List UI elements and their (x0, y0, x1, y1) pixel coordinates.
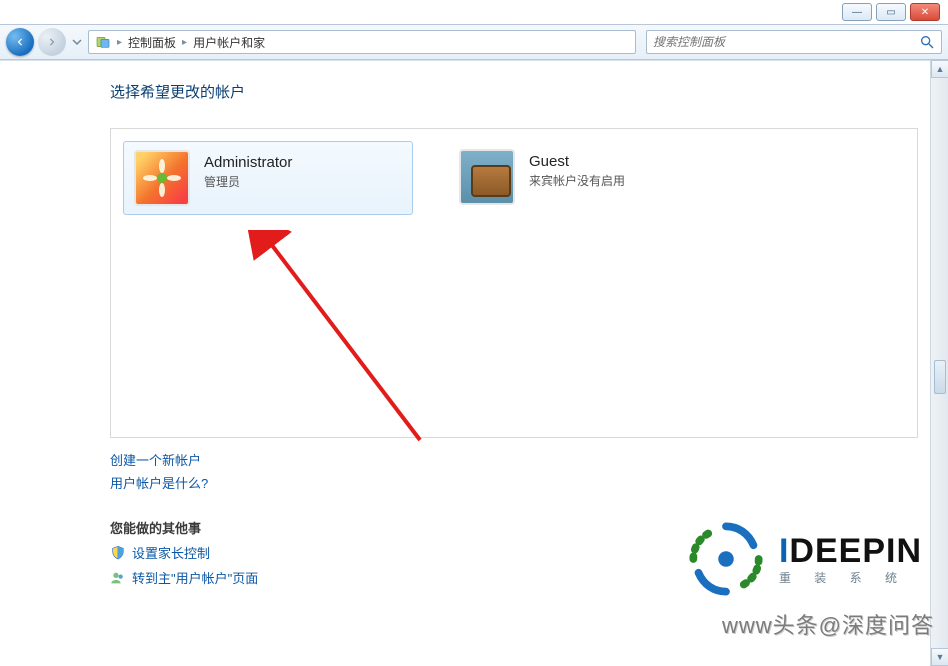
titlebar: — ▭ ✕ (0, 0, 948, 24)
watermark-byline: www头条@深度问答 (722, 608, 934, 640)
link-label: 设置家长控制 (132, 543, 210, 562)
link-what-is-account[interactable]: 用户帐户是什么? (110, 473, 838, 492)
search-icon[interactable] (919, 34, 935, 50)
scroll-thumb[interactable] (934, 360, 946, 394)
maximize-button[interactable]: ▭ (876, 3, 906, 21)
account-text: Administrator 管理员 (204, 150, 292, 190)
avatar (459, 149, 515, 205)
breadcrumb-item-1[interactable]: 用户帐户和家 (193, 34, 265, 51)
search-box[interactable] (646, 30, 942, 54)
address-bar[interactable]: ▸ 控制面板 ▸ 用户帐户和家 (88, 30, 636, 54)
users-icon (110, 570, 126, 586)
vertical-scrollbar[interactable]: ▲ ▼ (930, 60, 948, 666)
account-name: Guest (529, 153, 625, 170)
links-section: 创建一个新帐户 用户帐户是什么? (110, 450, 838, 492)
account-text: Guest 来宾帐户没有启用 (529, 149, 625, 189)
search-input[interactable] (653, 35, 913, 49)
flower-icon (142, 158, 182, 198)
account-name: Administrator (204, 154, 292, 171)
account-desc: 管理员 (204, 173, 292, 190)
breadcrumb-sep: ▸ (117, 37, 122, 48)
close-button[interactable]: ✕ (910, 3, 940, 21)
control-panel-icon (95, 34, 111, 50)
page-title: 选择希望更改的帐户 (110, 81, 838, 110)
nav-back-button[interactable] (6, 28, 34, 56)
account-desc: 来宾帐户没有启用 (529, 172, 625, 189)
nav-forward-button[interactable] (38, 28, 66, 56)
accounts-list: Administrator 管理员 Guest 来宾帐户没有启用 (110, 128, 918, 438)
account-item-guest[interactable]: Guest 来宾帐户没有启用 (449, 141, 739, 213)
toolbar: ▸ 控制面板 ▸ 用户帐户和家 (0, 24, 948, 60)
nav-history-dropdown[interactable] (70, 30, 84, 54)
link-label: 转到主"用户帐户"页面 (132, 568, 258, 587)
arrow-right-icon (45, 35, 59, 49)
chevron-down-icon (72, 37, 82, 47)
avatar (134, 150, 190, 206)
watermark-text: IDEEPIN 重 装 系 统 (779, 532, 922, 586)
breadcrumb-sep: ▸ (182, 37, 187, 48)
arrow-left-icon (13, 35, 27, 49)
window-controls: — ▭ ✕ (842, 3, 940, 21)
link-create-new-account[interactable]: 创建一个新帐户 (110, 450, 838, 469)
swirl-icon (683, 516, 769, 602)
brand-prefix: I (779, 532, 789, 570)
brand-sub: 重 装 系 统 (779, 569, 922, 586)
account-item-administrator[interactable]: Administrator 管理员 (123, 141, 413, 215)
watermark-logo: IDEEPIN 重 装 系 统 (683, 516, 922, 602)
scroll-down-button[interactable]: ▼ (931, 648, 948, 666)
scroll-up-button[interactable]: ▲ (931, 60, 948, 78)
brand-rest: DEEPIN (789, 532, 922, 570)
minimize-button[interactable]: — (842, 3, 872, 21)
shield-icon (110, 545, 126, 561)
breadcrumb-item-0[interactable]: 控制面板 (128, 34, 176, 51)
